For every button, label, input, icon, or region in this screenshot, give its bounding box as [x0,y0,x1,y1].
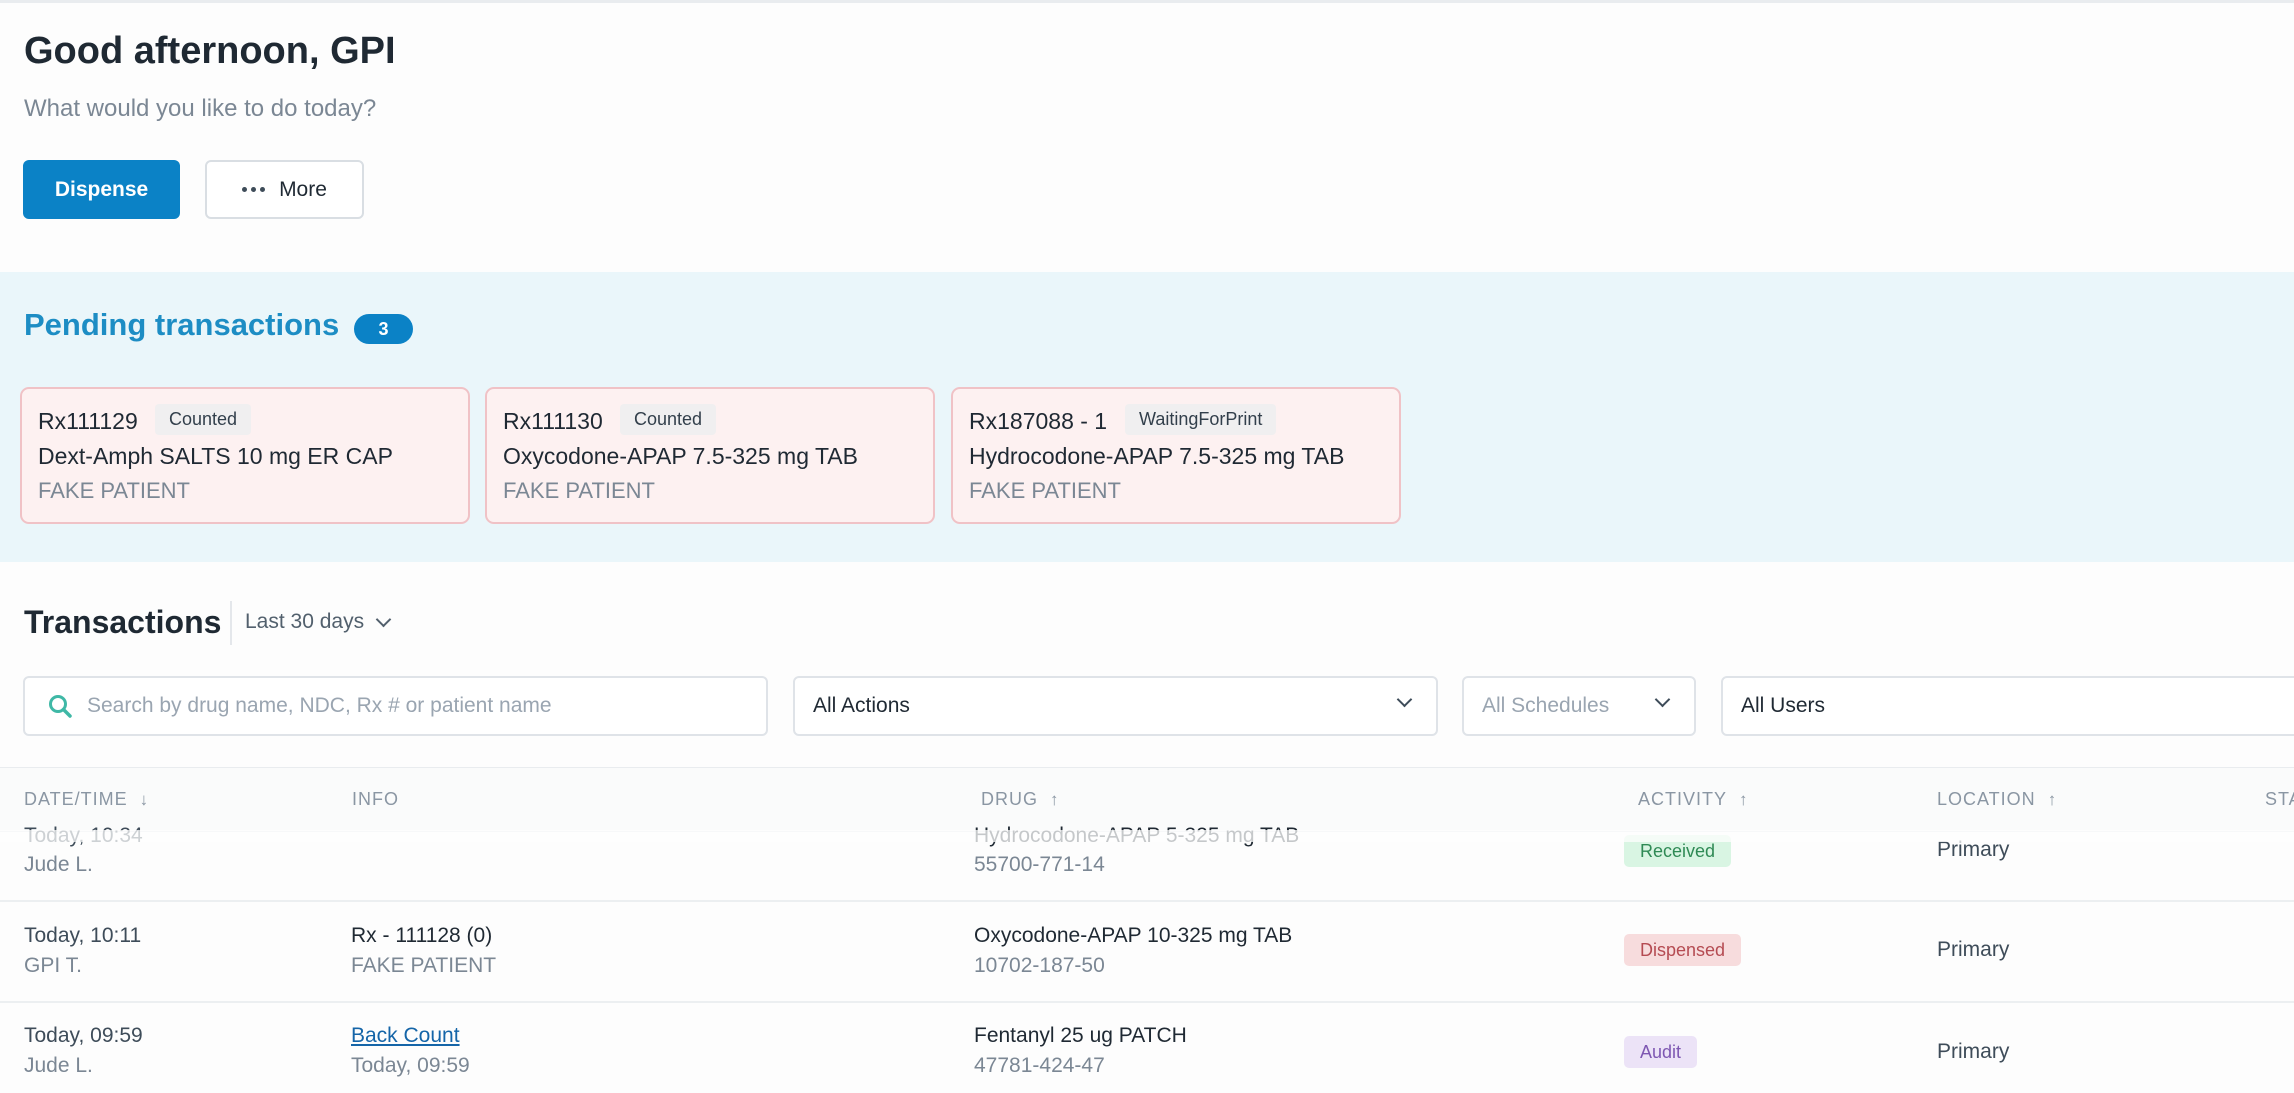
row-location: Primary [1937,1040,2010,1063]
pending-card-drug: Oxycodone-APAP 7.5-325 mg TAB [503,443,858,469]
pending-count-badge: 3 [354,314,413,344]
row-drug: Oxycodone-APAP 10-325 mg TAB [974,924,1293,947]
row-location: Primary [1937,938,2010,961]
date-range-label: Last 30 days [245,610,365,633]
row-info-sub: Today, 09:59 [351,1054,470,1077]
search-placeholder: Search by drug name, NDC, Rx # or patien… [87,694,552,717]
row-user: GPI T. [24,954,82,977]
page-title: Good afternoon, GPI [24,30,396,72]
pending-card-status: Counted [620,404,717,435]
back-count-link[interactable]: Back Count [351,1024,460,1048]
arrow-down-icon: ↓ [139,790,150,809]
pending-card-patient: FAKE PATIENT [503,478,655,503]
schedules-filter-select[interactable]: All Schedules [1462,676,1696,736]
page-subtitle: What would you like to do today? [24,95,377,122]
pending-card-patient: FAKE PATIENT [38,478,190,503]
column-status[interactable]: STA [2265,789,2294,810]
users-filter-value: All Users [1741,694,1826,717]
more-dots-icon [242,187,266,192]
dispense-button[interactable]: Dispense [23,160,180,219]
more-button-label: More [279,177,327,201]
pending-card[interactable]: Rx111129 Counted Dext-Amph SALTS 10 mg E… [20,387,470,524]
column-activity[interactable]: ACTIVITY ↑ [1638,789,1749,810]
pending-transactions-title: Pending transactions [24,307,340,342]
pending-card-rx: Rx111129 [38,408,138,434]
top-divider [0,0,2294,3]
pending-card-drug: Dext-Amph SALTS 10 mg ER CAP [38,443,393,469]
pending-card-status: WaitingForPrint [1125,404,1277,435]
row-time: Today, 09:59 [24,1024,143,1047]
pending-card-drug: Hydrocodone-APAP 7.5-325 mg TAB [969,443,1345,469]
arrow-up-icon: ↑ [1739,790,1749,809]
column-drug[interactable]: DRUG ↑ [981,789,1060,810]
chevron-down-icon [1396,691,1413,708]
row-user: Jude L. [24,853,93,876]
search-input[interactable]: Search by drug name, NDC, Rx # or patien… [23,676,768,736]
row-ndc: 47781-424-47 [974,1054,1105,1077]
title-separator [230,601,232,645]
more-button[interactable]: More [205,160,364,219]
chevron-down-icon [375,611,392,627]
actions-filter-value: All Actions [813,694,910,717]
date-range-dropdown[interactable]: Last 30 days [245,610,392,634]
row-info: Rx - 111128 (0) [351,924,493,947]
column-datetime[interactable]: DATE/TIME ↓ [24,789,149,810]
column-location[interactable]: LOCATION ↑ [1937,789,2057,810]
row-ndc: 55700-771-14 [974,853,1105,876]
row-info-sub: FAKE PATIENT [351,954,497,977]
activity-badge: Dispensed [1624,934,1742,966]
chevron-down-icon [1654,691,1671,708]
activity-badge: Audit [1624,1036,1698,1068]
transactions-title: Transactions [24,604,222,640]
pending-card-rx: Rx187088 - 1 [969,408,1108,434]
pending-card-patient: FAKE PATIENT [969,478,1121,503]
users-filter-select[interactable]: All Users [1721,676,2294,736]
row-user: Jude L. [24,1054,93,1077]
scroll-fade [0,830,2294,842]
actions-filter-select[interactable]: All Actions [793,676,1438,736]
pending-card-status: Counted [155,404,252,435]
search-icon [49,695,72,718]
pending-card-rx: Rx111130 [503,408,603,434]
row-drug: Fentanyl 25 ug PATCH [974,1024,1187,1047]
table-header: DATE/TIME ↓ INFO DRUG ↑ ACTIVITY ↑ LOCATION… [0,767,2294,832]
column-info: INFO [352,789,399,809]
pending-card[interactable]: Rx111130 Counted Oxycodone-APAP 7.5-325 … [485,387,935,524]
schedules-filter-value: All Schedules [1482,694,1610,717]
row-ndc: 10702-187-50 [974,954,1105,977]
row-time: Today, 10:11 [24,924,142,947]
pending-card[interactable]: Rx187088 - 1 WaitingForPrint Hydrocodone… [951,387,1401,524]
arrow-up-icon: ↑ [2047,790,2058,809]
arrow-up-icon: ↑ [1050,790,1060,809]
table-row[interactable]: Today, 10:11 GPI T. Rx - 111128 (0) FAKE… [0,902,2294,1003]
